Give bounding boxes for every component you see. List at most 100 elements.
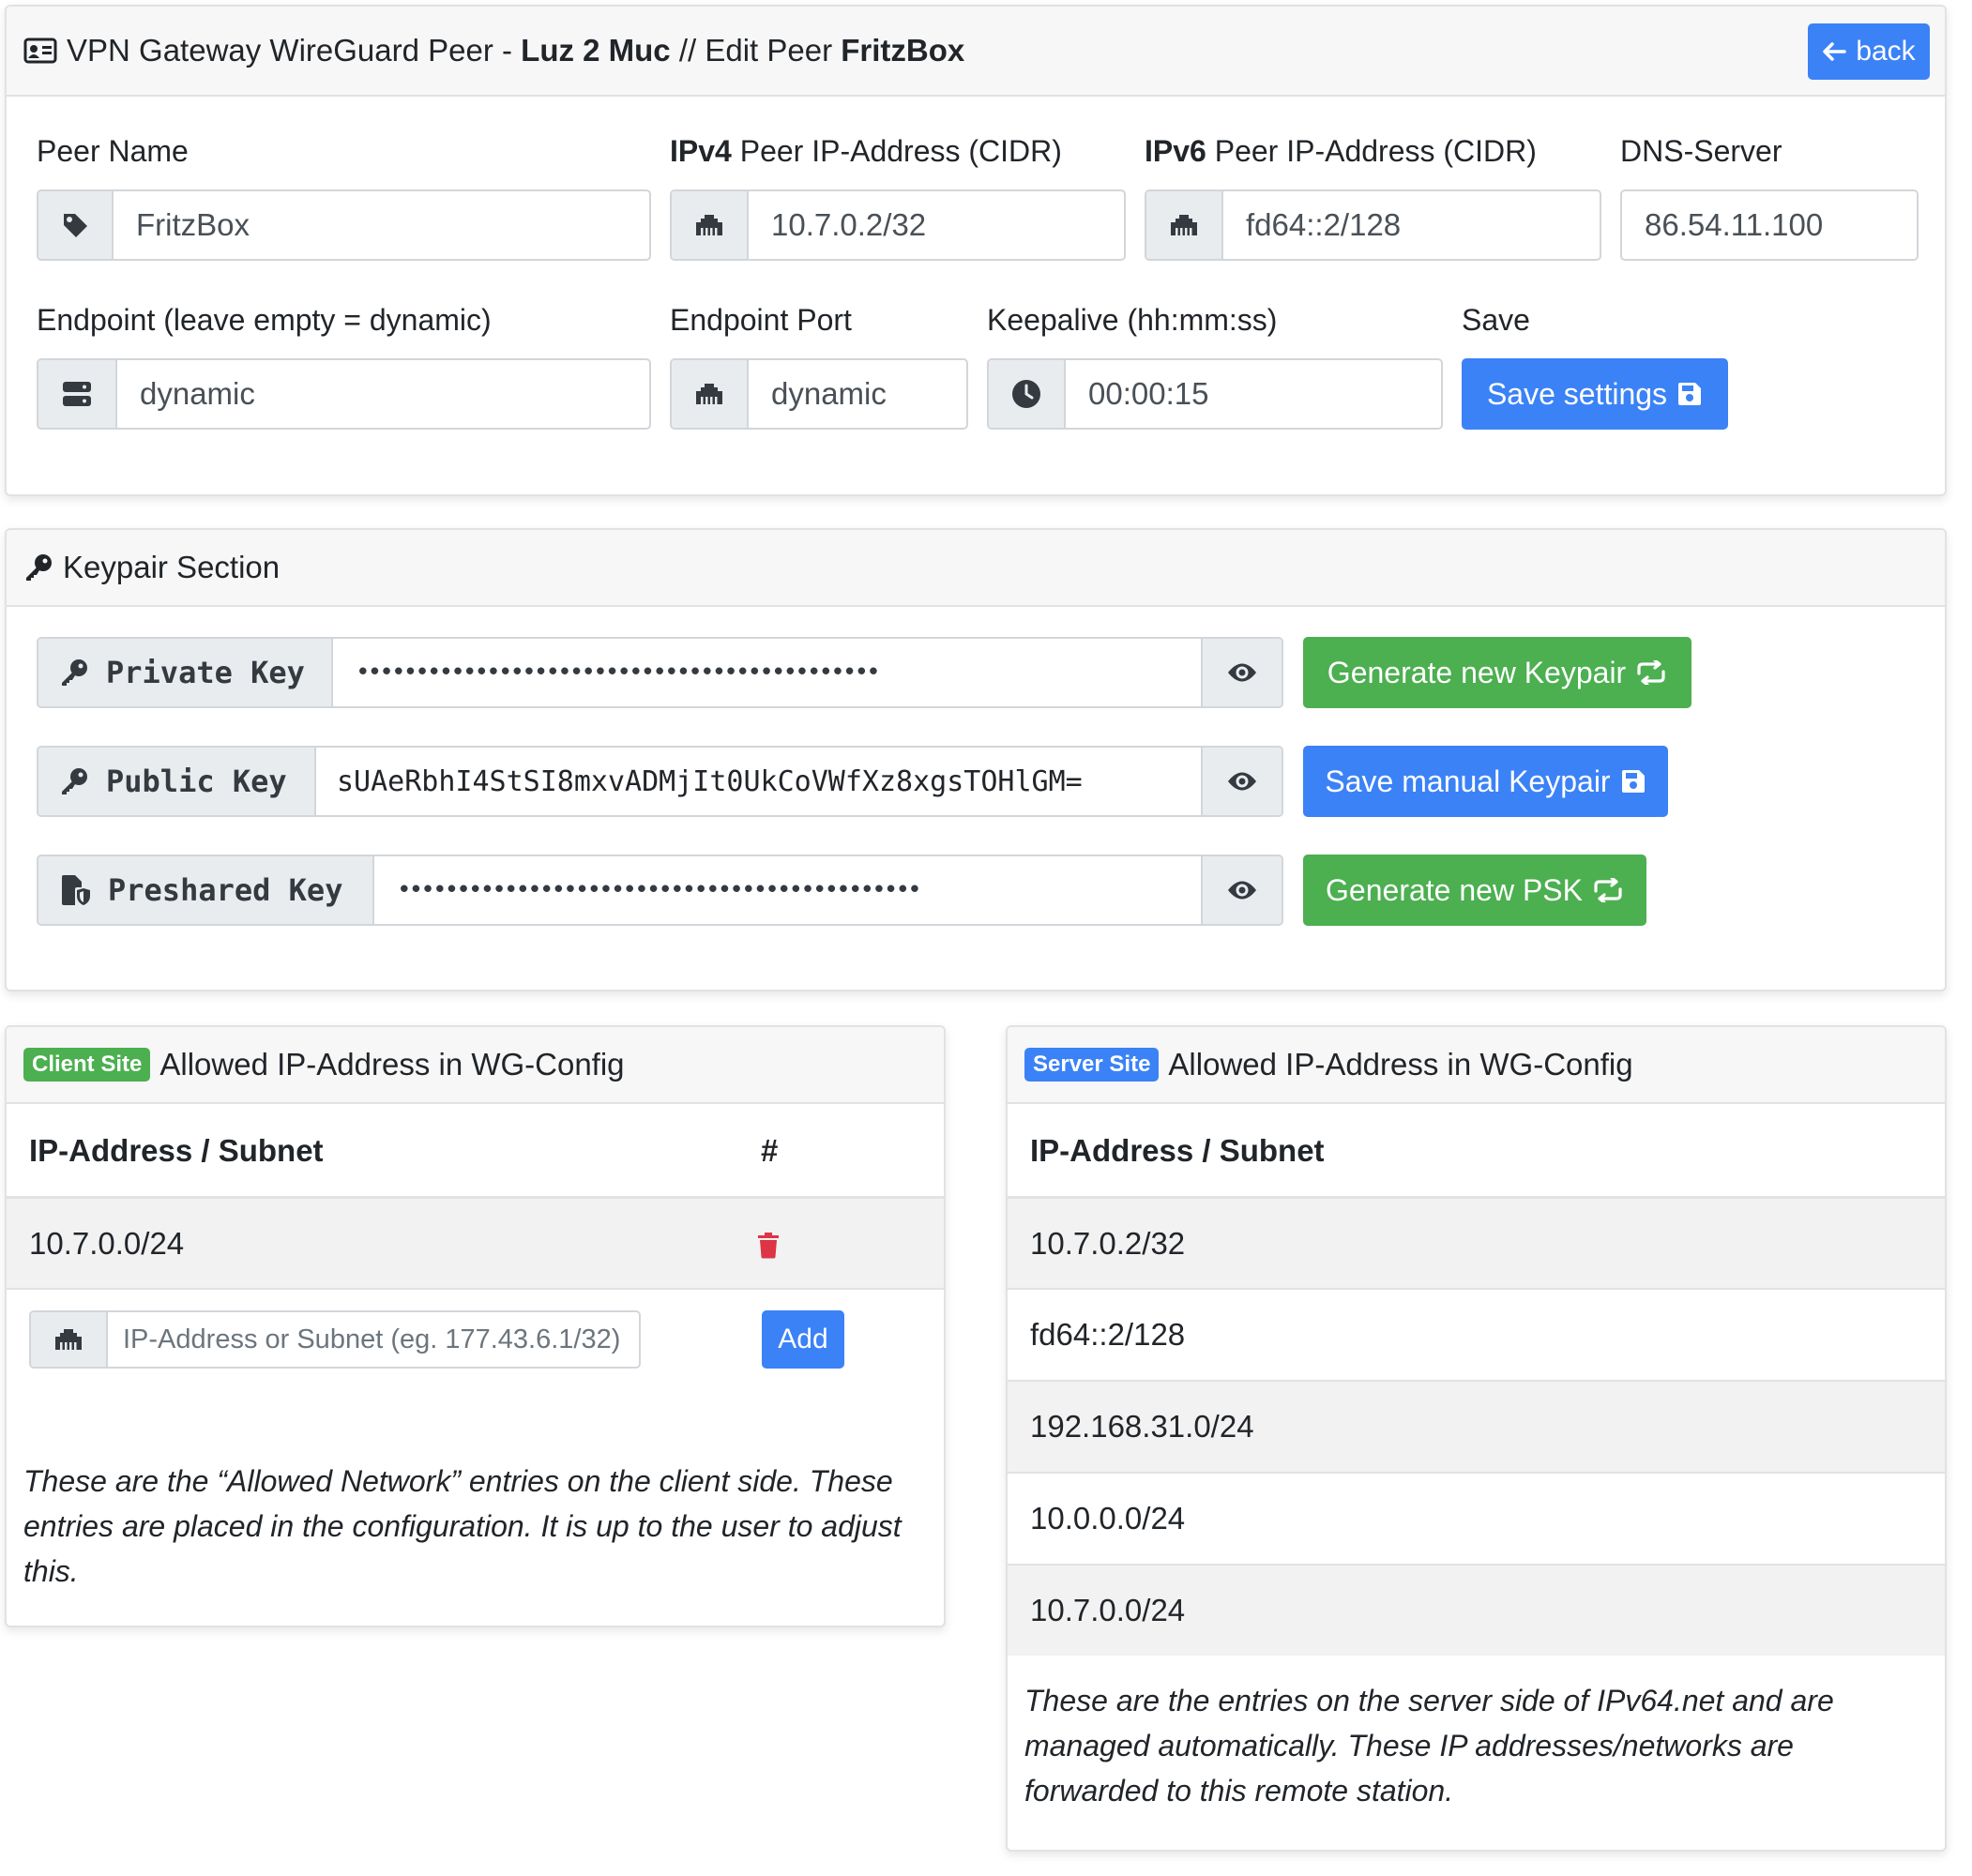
ipv6-label-bold: IPv6 (1145, 134, 1206, 168)
file-shield-icon (62, 875, 90, 905)
toggle-private-key-visibility[interactable] (1201, 639, 1282, 706)
ipv4-label-bold: IPv4 (670, 134, 732, 168)
add-address-row: IP-Address or Subnet (eg. 177.43.6.1/32)… (7, 1288, 944, 1382)
ipv4-input-group: 10.7.0.2/32 (670, 189, 1126, 261)
table-row: 10.7.0.2/32 (1008, 1196, 1945, 1288)
generate-keypair-button[interactable]: Generate new Keypair (1303, 637, 1691, 708)
toggle-public-key-visibility[interactable] (1201, 748, 1282, 815)
clock-icon-addon (989, 360, 1066, 428)
eye-icon (1228, 663, 1256, 682)
client-site-card: Client Site Allowed IP-Address in WG-Con… (5, 1025, 946, 1627)
refresh-icon (1637, 660, 1665, 685)
toggle-preshared-key-visibility[interactable] (1201, 856, 1282, 924)
page-title: VPN Gateway WireGuard Peer - Luz 2 Muc /… (67, 33, 964, 68)
server-row-address: 10.7.0.2/32 (1030, 1225, 1186, 1261)
peer-name-input[interactable]: FritzBox (114, 191, 649, 259)
server-icon-addon (38, 360, 117, 428)
floppy-disk-icon (1678, 383, 1702, 405)
public-key-label: Public Key (106, 764, 287, 799)
public-key-input[interactable]: sUAeRbhI4StSI8mxvADMjIt0UkCoVWfXz8xgsTOH… (316, 748, 1201, 815)
back-button[interactable]: back (1808, 23, 1930, 80)
public-key-addon: Public Key (38, 748, 316, 815)
server-site-note: These are the entries on the server side… (1024, 1684, 1834, 1808)
add-address-input[interactable]: IP-Address or Subnet (eg. 177.43.6.1/32) (108, 1312, 639, 1367)
table-row: 10.0.0.0/24 (1008, 1472, 1945, 1564)
preshared-key-input[interactable]: ••••••••••••••••••••••••••••••••••••••••… (374, 856, 1201, 924)
ethernet-icon-addon (672, 191, 749, 259)
ethernet-icon (696, 215, 722, 235)
generate-keypair-label: Generate new Keypair (1327, 655, 1627, 689)
server-site-header: Server Site Allowed IP-Address in WG-Con… (1008, 1027, 1945, 1104)
floppy-disk-icon (1621, 770, 1645, 793)
ethernet-icon-addon (1146, 191, 1223, 259)
preshared-key-addon: Preshared Key (38, 856, 374, 924)
save-manual-keypair-button[interactable]: Save manual Keypair (1303, 746, 1668, 817)
dns-label: DNS-Server (1620, 134, 1782, 168)
private-key-addon: Private Key (38, 639, 333, 706)
save-label: Save (1462, 303, 1530, 337)
generate-psk-label: Generate new PSK (1326, 872, 1583, 907)
keypair-title: Keypair Section (63, 550, 281, 584)
preshared-key-group: Preshared Key ••••••••••••••••••••••••••… (37, 855, 1283, 926)
key-icon (62, 768, 87, 794)
key-icon (62, 659, 87, 686)
endpoint-input[interactable]: dynamic (117, 360, 649, 428)
ethernet-icon-addon (31, 1312, 108, 1367)
ethernet-icon (696, 384, 722, 404)
public-key-group: Public Key sUAeRbhI4StSI8mxvADMjIt0UkCoV… (37, 746, 1283, 817)
private-key-input[interactable]: ••••••••••••••••••••••••••••••••••••••••… (333, 639, 1201, 706)
peer-settings-card: VPN Gateway WireGuard Peer - Luz 2 Muc /… (5, 5, 1947, 496)
client-site-title: Allowed IP-Address in WG-Config (159, 1047, 625, 1082)
back-label: back (1856, 36, 1916, 67)
private-key-group: Private Key ••••••••••••••••••••••••••••… (37, 637, 1283, 708)
save-manual-keypair-label: Save manual Keypair (1325, 764, 1611, 798)
dns-input[interactable]: 86.54.11.100 (1622, 191, 1917, 259)
ipv4-input[interactable]: 10.7.0.2/32 (749, 191, 1124, 259)
eye-icon (1228, 881, 1256, 900)
endpoint-port-input[interactable]: dynamic (749, 360, 966, 428)
ethernet-icon-addon (672, 360, 749, 428)
ipv4-label-text: Peer IP-Address (CIDR) (731, 134, 1062, 168)
server-row-address: 10.7.0.0/24 (1030, 1593, 1186, 1627)
key-icon (26, 554, 52, 581)
arrow-left-icon (1823, 42, 1847, 61)
server-col-address: IP-Address / Subnet (1030, 1133, 1325, 1168)
endpoint-port-input-group: dynamic (670, 358, 968, 430)
generate-psk-button[interactable]: Generate new PSK (1303, 855, 1646, 926)
client-table-header: IP-Address / Subnet # (7, 1104, 944, 1196)
eye-icon (1228, 772, 1256, 791)
server-table-header: IP-Address / Subnet (1008, 1104, 1945, 1196)
endpoint-label: Endpoint (leave empty = dynamic) (37, 303, 492, 337)
clock-icon (1012, 380, 1040, 408)
server-site-badge: Server Site (1024, 1048, 1160, 1082)
ipv6-label: IPv6 Peer IP-Address (CIDR) (1145, 134, 1537, 169)
ipv6-input[interactable]: fd64::2/128 (1223, 191, 1600, 259)
keypair-header: Keypair Section (7, 530, 1945, 607)
server-row-address: fd64::2/128 (1030, 1317, 1186, 1352)
client-site-badge: Client Site (23, 1048, 151, 1082)
server-site-card: Server Site Allowed IP-Address in WG-Con… (1006, 1025, 1947, 1852)
server-icon (63, 382, 91, 406)
ethernet-icon (1171, 215, 1197, 235)
keepalive-input[interactable]: 00:00:15 (1066, 360, 1441, 428)
peer-name-input-group: FritzBox (37, 189, 651, 261)
endpoint-port-label: Endpoint Port (670, 303, 852, 337)
add-button-label: Add (778, 1324, 828, 1354)
save-settings-button[interactable]: Save settings (1462, 358, 1728, 430)
peer-name-label: Peer Name (37, 134, 189, 168)
keepalive-label: Keepalive (hh:mm:ss) (987, 303, 1278, 337)
ipv4-label: IPv4 Peer IP-Address (CIDR) (670, 134, 1062, 169)
save-settings-label: Save settings (1486, 376, 1668, 411)
client-site-header: Client Site Allowed IP-Address in WG-Con… (7, 1027, 944, 1104)
keypair-card: Keypair Section Private Key ••••••••••••… (5, 528, 1947, 991)
tag-icon-addon (38, 191, 114, 259)
title-peer-name: FritzBox (841, 33, 965, 68)
add-address-button[interactable]: Add (762, 1310, 844, 1369)
endpoint-input-group: dynamic (37, 358, 651, 430)
trash-icon[interactable] (757, 1231, 780, 1259)
gateway-name: Luz 2 Muc (521, 33, 671, 68)
keepalive-input-group: 00:00:15 (987, 358, 1443, 430)
id-card-icon (23, 38, 57, 64)
refresh-icon (1594, 878, 1622, 902)
title-prefix: VPN Gateway WireGuard Peer - (67, 33, 522, 68)
